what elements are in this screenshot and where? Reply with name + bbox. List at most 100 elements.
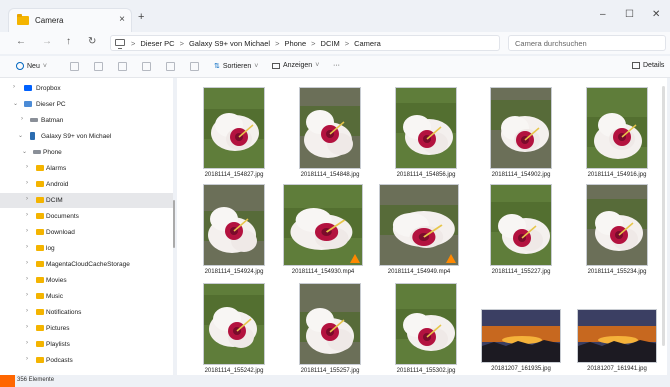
breadcrumb-separator: > [344, 39, 350, 48]
sidebar-item-label: Galaxy S9+ von Michael [41, 133, 112, 140]
file-thumbnail[interactable]: 20181114_154827.jpg [203, 87, 265, 178]
sidebar-item-galaxy-s9-von-michael[interactable]: ⌄ Galaxy S9+ von Michael [0, 129, 173, 144]
video-preview [283, 184, 363, 266]
sidebar-item-phone[interactable]: ⌄ Phone [0, 145, 173, 160]
share-icon[interactable] [166, 62, 175, 71]
chevron-right-icon[interactable]: › [26, 356, 28, 362]
file-thumbnail[interactable]: 20181114_154856.jpg [395, 87, 457, 178]
chevron-down-icon: ˅ [42, 62, 47, 70]
sidebar-item-dropbox[interactable]: › Dropbox [0, 81, 173, 96]
search-input[interactable]: Camera durchsuchen [508, 35, 666, 51]
sidebar-item-android[interactable]: › Android [0, 177, 173, 192]
breadcrumb-galaxy[interactable]: Galaxy S9+ von Michael [189, 39, 270, 48]
chevron-right-icon[interactable]: › [26, 164, 28, 170]
view-button[interactable]: Anzeigen ˅ [272, 62, 319, 69]
sidebar-item-magentacloudcachestorage[interactable]: › MagentaCloudCacheStorage [0, 257, 173, 272]
file-thumbnail[interactable]: 20181114_155242.jpg [203, 283, 265, 374]
chevron-right-icon[interactable]: › [26, 244, 28, 250]
file-thumbnail[interactable]: 20181114_155227.jpg [490, 184, 552, 275]
rename-icon[interactable] [142, 62, 151, 71]
cut-icon[interactable] [70, 62, 79, 71]
breadcrumb: > Dieser PC > Galaxy S9+ von Michael > P… [131, 39, 381, 48]
minimize-button[interactable]: – [600, 9, 606, 20]
file-name: 20181207_161935.jpg [491, 366, 551, 372]
details-pane-icon [632, 62, 640, 69]
sidebar-item-podcasts[interactable]: › Podcasts [0, 353, 173, 368]
file-thumbnail[interactable]: 20181114_154924.jpg [203, 184, 265, 275]
breadcrumb-phone[interactable]: Phone [284, 39, 306, 48]
sidebar-item-music[interactable]: › Music [0, 289, 173, 304]
file-thumbnail[interactable]: 20181114_154848.jpg [299, 87, 361, 178]
sidebar-item-movies[interactable]: › Movies [0, 273, 173, 288]
image-preview [203, 283, 265, 365]
sidebar-scrollbar[interactable] [173, 200, 175, 248]
close-window-button[interactable]: ✕ [652, 9, 660, 20]
copy-icon[interactable] [94, 62, 103, 71]
delete-icon[interactable] [190, 62, 199, 71]
sort-button[interactable]: ⇅ Sortieren ˅ [214, 62, 258, 71]
chevron-right-icon[interactable]: › [26, 308, 28, 314]
chevron-down-icon[interactable]: ⌄ [18, 132, 23, 139]
chevron-right-icon[interactable]: › [26, 212, 28, 218]
chevron-down-icon[interactable]: ⌄ [22, 148, 27, 155]
file-thumbnail[interactable]: 20181114_155302.jpg [395, 283, 457, 374]
file-thumbnail[interactable]: 20181114_154902.jpg [490, 87, 552, 178]
folder-icon [36, 165, 44, 171]
chevron-right-icon[interactable]: › [26, 292, 28, 298]
chevron-down-icon: ˅ [315, 62, 320, 69]
sidebar-item-label: log [46, 245, 55, 252]
refresh-button[interactable]: ↻ [88, 36, 96, 47]
more-options-button[interactable]: ··· [333, 62, 340, 69]
tab-camera[interactable]: Camera × [8, 8, 132, 32]
vlc-icon [446, 254, 456, 263]
sidebar-item-dcim[interactable]: › DCIM [0, 193, 173, 208]
content-scrollbar[interactable] [662, 86, 665, 346]
chevron-right-icon[interactable]: › [26, 260, 28, 266]
breadcrumb-dcim[interactable]: DCIM [321, 39, 340, 48]
maximize-button[interactable]: ☐ [625, 9, 634, 20]
file-name: 20181114_154827.jpg [204, 172, 264, 178]
folder-icon [36, 181, 44, 187]
new-label: Neu [27, 62, 40, 70]
chevron-right-icon[interactable]: › [26, 340, 28, 346]
chevron-down-icon[interactable]: ⌄ [13, 100, 18, 107]
sidebar-item-documents[interactable]: › Documents [0, 209, 173, 224]
sidebar-item-batman[interactable]: › Batman [0, 113, 173, 128]
chevron-right-icon[interactable]: › [26, 180, 28, 186]
file-thumbnail[interactable]: 20181114_154930.mp4 [283, 184, 363, 275]
file-thumbnail[interactable]: 20181114_155234.jpg [586, 184, 648, 275]
file-thumbnail[interactable]: 20181207_161935.jpg [481, 309, 561, 372]
chevron-right-icon[interactable]: › [26, 196, 28, 202]
chevron-right-icon[interactable]: › [26, 324, 28, 330]
sidebar-item-notifications[interactable]: › Notifications [0, 305, 173, 320]
new-button[interactable]: Neu ˅ [16, 62, 47, 70]
paste-icon[interactable] [118, 62, 127, 71]
back-button[interactable]: ← [16, 36, 26, 47]
chevron-right-icon[interactable]: › [26, 228, 28, 234]
breadcrumb-dieser-pc[interactable]: Dieser PC [140, 39, 174, 48]
sidebar-item-log[interactable]: › log [0, 241, 173, 256]
breadcrumb-camera[interactable]: Camera [354, 39, 381, 48]
sidebar-item-alarms[interactable]: › Alarms [0, 161, 173, 176]
address-bar[interactable]: > Dieser PC > Galaxy S9+ von Michael > P… [110, 35, 500, 51]
chevron-right-icon[interactable]: › [13, 84, 15, 90]
tab-close-button[interactable]: × [119, 14, 125, 25]
file-thumbnail[interactable]: 20181114_155257.jpg [299, 283, 361, 374]
file-name: 20181114_154856.jpg [396, 172, 456, 178]
forward-button[interactable]: → [42, 36, 52, 47]
up-button[interactable]: ↑ [66, 36, 71, 47]
sidebar-item-playlists[interactable]: › Playlists [0, 337, 173, 352]
file-thumbnail[interactable]: 20181207_161941.jpg [577, 309, 657, 372]
file-thumbnail[interactable]: 20181114_154916.jpg [586, 87, 648, 178]
file-name: 20181114_154930.mp4 [291, 269, 355, 275]
file-name: 20181114_154916.jpg [587, 172, 647, 178]
file-thumbnail[interactable]: 20181114_154949.mp4 [379, 184, 459, 275]
chevron-right-icon[interactable]: › [21, 116, 23, 122]
details-button[interactable]: Details [632, 62, 664, 69]
new-tab-button[interactable]: + [138, 11, 144, 23]
sidebar-item-download[interactable]: › Download [0, 225, 173, 240]
chevron-right-icon[interactable]: › [26, 276, 28, 282]
sidebar-item-dieser-pc[interactable]: ⌄ Dieser PC [0, 97, 173, 112]
sidebar-item-pictures[interactable]: › Pictures [0, 321, 173, 336]
file-name: 20181114_155227.jpg [491, 269, 551, 275]
